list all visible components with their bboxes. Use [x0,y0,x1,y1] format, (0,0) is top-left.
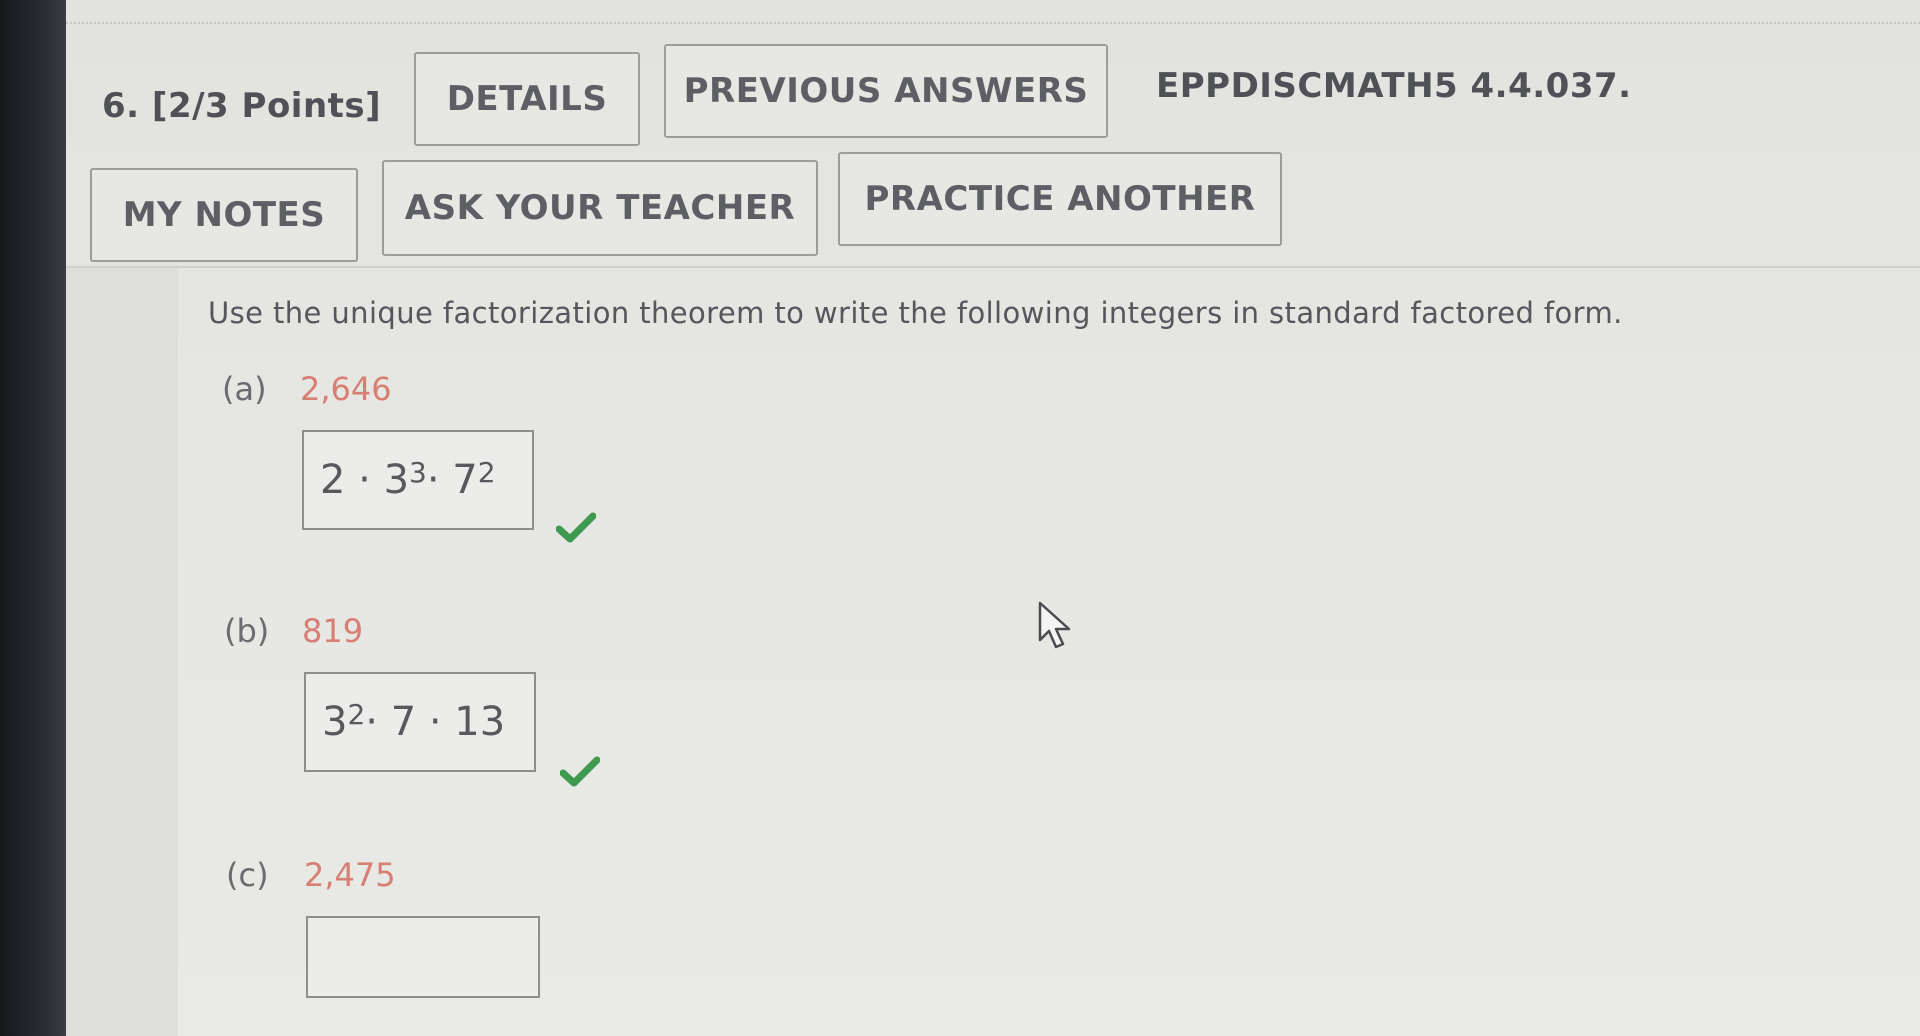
part-a-answer-field[interactable]: 2 · 33 · 72 [302,430,534,530]
part-a-base: 2 · 3 [320,457,410,503]
top-dotted-border [66,22,1920,24]
part-a-mid: · 7 [426,457,478,503]
check-icon [556,512,596,543]
details-button[interactable]: DETAILS [414,52,640,146]
practice-another-button[interactable]: PRACTICE ANOTHER [838,152,1282,246]
part-b-base: 3 [322,699,348,745]
left-gutter [66,268,178,1036]
part-a-exp2: 2 [477,455,496,489]
screen-bezel [0,0,66,1036]
question-prompt: Use the unique factorization theorem to … [208,296,1623,330]
section-divider [66,266,1920,268]
part-c-number: 2,475 [304,856,396,894]
question-page: 6. [2/3 Points] DETAILS PREVIOUS ANSWERS… [66,0,1920,1036]
part-a-label: (a) [222,370,267,408]
part-b-number: 819 [302,612,364,650]
assignment-code: EPPDISCMATH5 4.4.037. [1156,66,1632,106]
part-b-mid: · 7 · 13 [365,699,506,745]
part-b-exp1: 2 [347,697,366,731]
part-c-answer-field[interactable] [306,916,540,998]
part-b-label: (b) [224,612,270,650]
part-c-label: (c) [226,856,269,894]
check-icon [560,756,600,787]
part-a-exp1: 3 [409,455,427,489]
previous-answers-button[interactable]: PREVIOUS ANSWERS [664,44,1108,138]
question-header: 6. [2/3 Points] [102,86,382,126]
my-notes-button[interactable]: MY NOTES [90,168,358,262]
ask-your-teacher-button[interactable]: ASK YOUR TEACHER [382,160,818,256]
mouse-pointer-icon [1038,601,1071,649]
part-a-number: 2,646 [300,370,392,408]
part-b-answer-field[interactable]: 32 · 7 · 13 [304,672,536,772]
